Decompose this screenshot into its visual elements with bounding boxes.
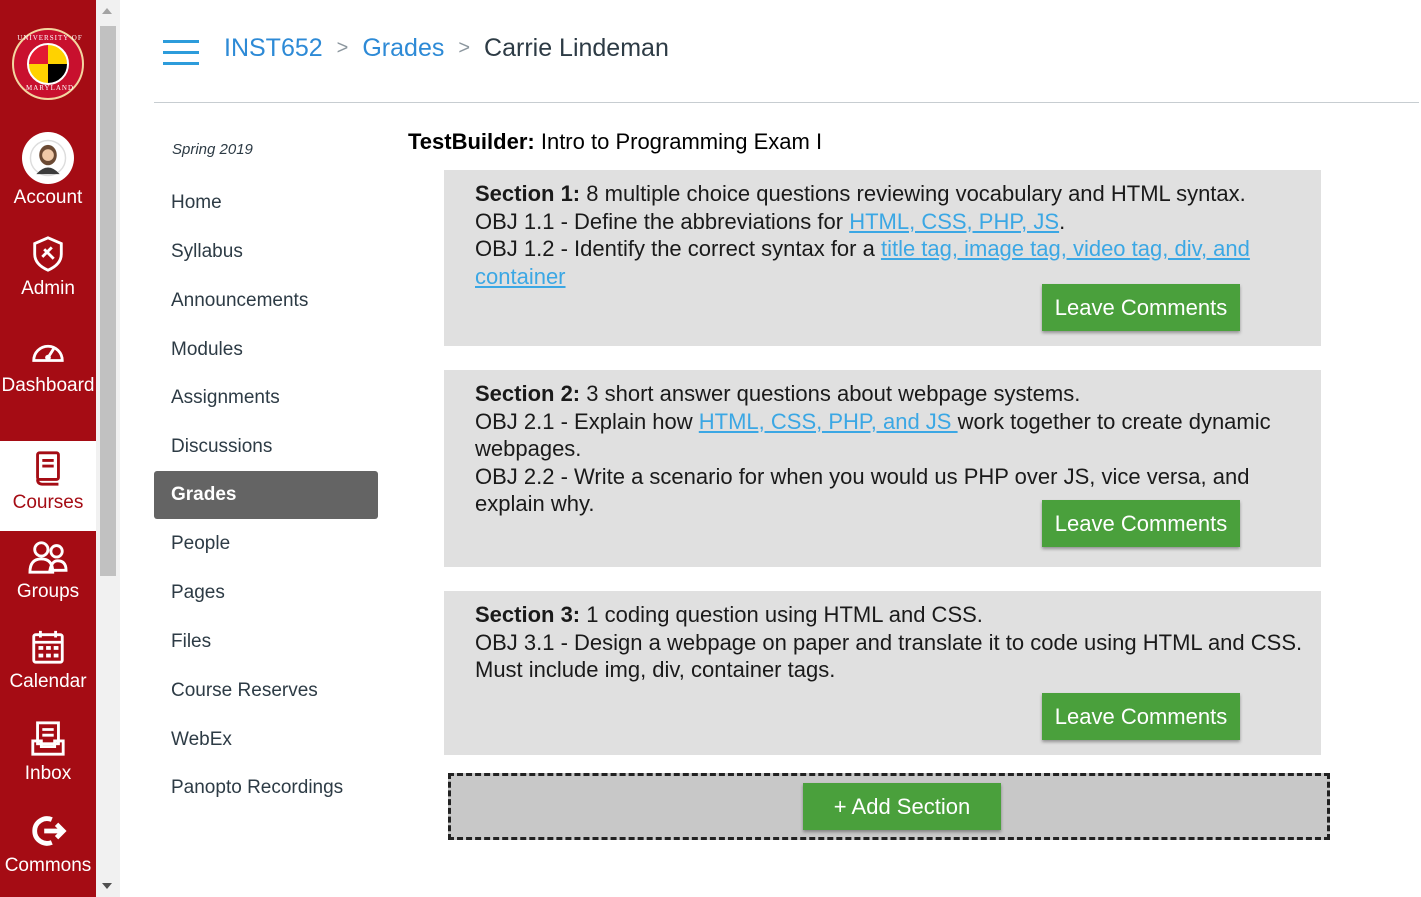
breadcrumb-course[interactable]: INST652	[224, 34, 323, 63]
scroll-up-icon[interactable]	[102, 8, 112, 14]
leave-comments-button[interactable]: Leave Comments	[1042, 500, 1240, 547]
university-logo[interactable]: UNIVERSITY OF MARYLAND	[12, 28, 84, 100]
course-nav-files[interactable]: Files	[154, 618, 378, 666]
gnav-account-label: Account	[13, 187, 83, 208]
gnav-dashboard-label: Dashboard	[1, 375, 95, 396]
section-summary: Section 3: 1 coding question using HTML …	[475, 601, 1307, 629]
gnav-calendar-label: Calendar	[9, 671, 87, 692]
objective-text: OBJ 1.1 - Define the abbreviations for	[475, 208, 850, 234]
course-nav-announcements[interactable]: Announcements	[154, 277, 378, 325]
objective: OBJ 1.2 - Identify the correct syntax fo…	[475, 235, 1307, 290]
gnav-admin-label: Admin	[21, 278, 75, 299]
course-nav-people[interactable]: People	[154, 520, 378, 568]
share-arrow-icon	[32, 816, 67, 846]
gnav-inbox[interactable]: Inbox	[0, 720, 96, 787]
gnav-inbox-label: Inbox	[24, 763, 72, 784]
logo-top-text: UNIVERSITY OF	[17, 34, 83, 42]
course-term: Spring 2019	[172, 141, 253, 158]
objective: OBJ 3.1 - Design a webpage on paper and …	[475, 629, 1303, 683]
section-heading: Section 3:	[475, 602, 581, 627]
breadcrumb-separator: >	[458, 37, 471, 59]
gnav-courses[interactable]: Courses	[0, 441, 96, 531]
shield-icon	[33, 236, 63, 272]
course-nav-grades[interactable]: Grades	[154, 471, 378, 519]
global-nav: UNIVERSITY OF MARYLAND Account Admin Das…	[0, 0, 96, 897]
gnav-groups[interactable]: Groups	[0, 538, 96, 605]
objective-link[interactable]: HTML, CSS, PHP, JS	[849, 209, 1059, 234]
book-icon	[36, 451, 60, 486]
add-section-button[interactable]: + Add Section	[803, 783, 1001, 830]
section-summary: Section 2: 3 short answer questions abou…	[475, 380, 1307, 408]
maryland-flag-icon	[27, 43, 69, 85]
calendar-icon	[32, 630, 64, 664]
objective-link[interactable]: HTML, CSS, PHP, and JS	[699, 409, 958, 434]
gnav-account[interactable]: Account	[0, 132, 96, 211]
people-icon	[28, 541, 68, 574]
speedometer-icon	[32, 344, 64, 362]
user-avatar-icon	[22, 132, 74, 184]
course-nav-home[interactable]: Home	[154, 179, 378, 227]
objective: OBJ 1.1 - Define the abbreviations for H…	[475, 208, 1307, 236]
course-nav-course-reserves[interactable]: Course Reserves	[154, 667, 378, 715]
section-summary-text: 8 multiple choice questions reviewing vo…	[586, 181, 1246, 206]
scroll-down-icon[interactable]	[102, 883, 112, 889]
breadcrumb-student: Carrie Lindeman	[484, 34, 669, 62]
gnav-commons[interactable]: Commons	[0, 812, 96, 880]
objective-text: .	[1059, 208, 1066, 234]
scrollbar-thumb[interactable]	[100, 26, 116, 576]
objective-text: OBJ 2.1 - Explain how	[475, 408, 699, 434]
course-nav-discussions[interactable]: Discussions	[154, 423, 378, 471]
section-heading: Section 2:	[475, 381, 581, 406]
gnav-calendar[interactable]: Calendar	[0, 628, 96, 695]
menu-toggle-icon[interactable]	[163, 40, 199, 66]
exam-title: Intro to Programming Exam I	[540, 129, 823, 154]
section-heading: Section 1:	[475, 181, 581, 206]
inbox-icon	[31, 721, 65, 756]
course-nav-syllabus[interactable]: Syllabus	[154, 228, 378, 276]
gnav-dashboard[interactable]: Dashboard	[0, 332, 96, 400]
leave-comments-button[interactable]: Leave Comments	[1042, 284, 1240, 331]
course-nav-modules[interactable]: Modules	[154, 326, 378, 374]
section-summary-text: 1 coding question using HTML and CSS.	[586, 602, 983, 627]
gnav-courses-label: Courses	[12, 492, 84, 513]
breadcrumb-separator: >	[336, 37, 349, 59]
header-divider	[154, 102, 1419, 103]
course-nav-webex[interactable]: WebEx	[154, 716, 378, 764]
testbuilder-title: TestBuilder: Intro to Programming Exam I	[408, 129, 822, 155]
breadcrumb: INST652 > Grades > Carrie Lindeman	[224, 34, 669, 63]
gnav-commons-label: Commons	[4, 855, 92, 876]
gnav-admin[interactable]: Admin	[0, 235, 96, 302]
objective-text: OBJ 1.2 - Identify the correct syntax fo…	[475, 236, 881, 261]
section-summary-text: 3 short answer questions about webpage s…	[586, 381, 1081, 406]
course-nav-assignments[interactable]: Assignments	[154, 374, 378, 422]
objective: OBJ 2.1 - Explain how HTML, CSS, PHP, an…	[475, 408, 1307, 463]
gnav-groups-label: Groups	[16, 581, 80, 602]
breadcrumb-grades[interactable]: Grades	[362, 34, 444, 63]
course-nav-panopto[interactable]: Panopto Recordings	[154, 764, 378, 812]
logo-bottom-text: MARYLAND	[25, 84, 75, 92]
testbuilder-label: TestBuilder:	[408, 129, 535, 154]
course-nav-pages[interactable]: Pages	[154, 569, 378, 617]
section-summary: Section 1: 8 multiple choice questions r…	[475, 180, 1307, 208]
page-scrollbar[interactable]	[96, 0, 120, 897]
leave-comments-button[interactable]: Leave Comments	[1042, 693, 1240, 740]
